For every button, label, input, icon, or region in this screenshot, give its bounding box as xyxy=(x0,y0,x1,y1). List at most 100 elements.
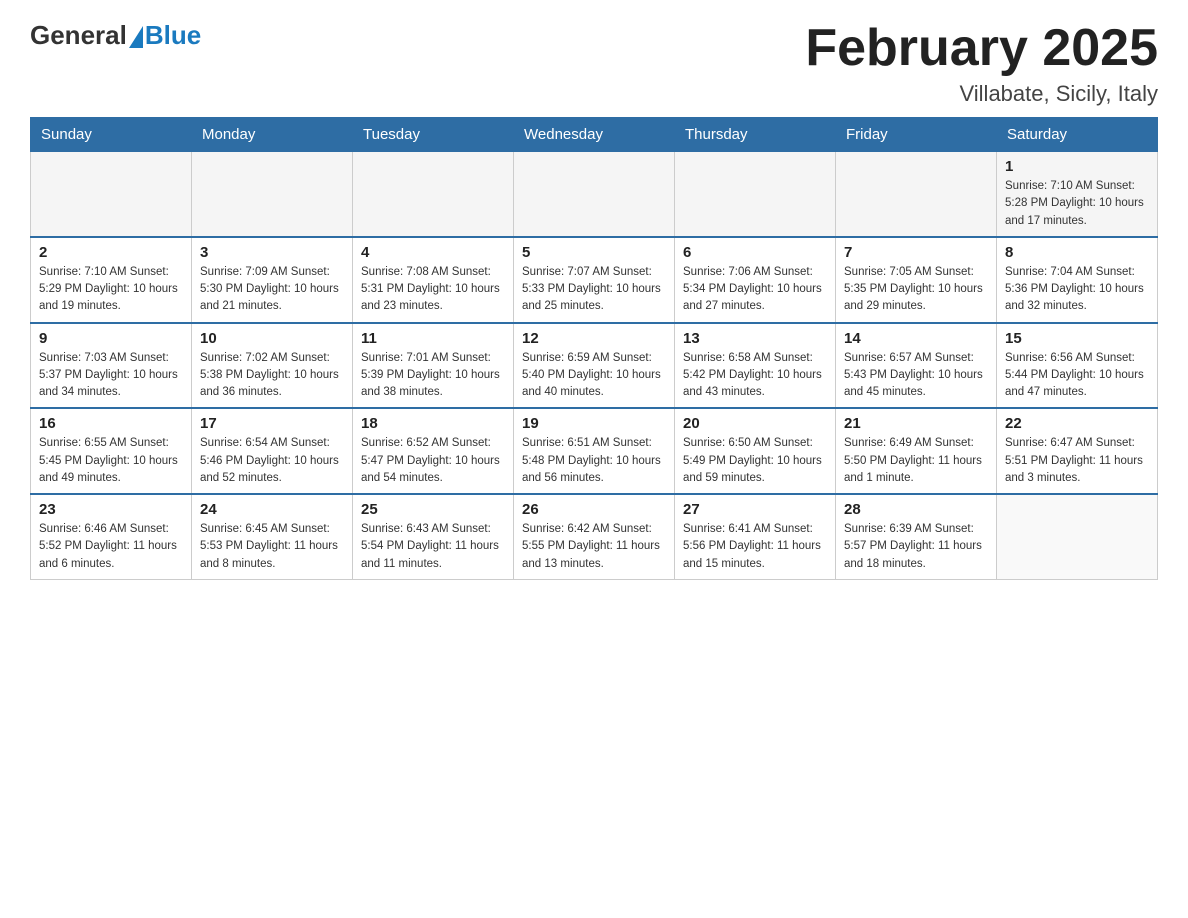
day-number: 22 xyxy=(1005,415,1149,432)
calendar-cell: 11 Sunrise: 7:01 AM Sunset: 5:39 PM Dayli… xyxy=(353,323,514,409)
logo-blue-text: Blue xyxy=(145,20,201,51)
day-number: 1 xyxy=(1005,158,1149,175)
day-info: Sunrise: 6:47 AM Sunset: 5:51 PM Dayligh… xyxy=(1005,435,1149,487)
calendar-cell: 27Sunrise: 6:41 AM Sunset: 5:56 PM Dayli… xyxy=(675,494,836,579)
day-info: Sunrise: 7:10 AM Sunset: 5:29 PM Dayligh… xyxy=(39,264,183,316)
day-info: Sunrise: 6:56 AM Sunset: 5:44 PM Dayligh… xyxy=(1005,350,1149,402)
header-sunday: Sunday xyxy=(31,118,192,152)
calendar-subtitle: Villabate, Sicily, Italy xyxy=(805,81,1158,107)
day-number: 24 xyxy=(200,501,344,518)
day-info: Sunrise: 7:01 AM Sunset: 5:39 PM Dayligh… xyxy=(361,350,505,402)
day-number: 3 xyxy=(200,244,344,261)
calendar-cell xyxy=(675,152,836,237)
day-info: Sunrise: 6:54 AM Sunset: 5:46 PM Dayligh… xyxy=(200,435,344,487)
day-number: 11 xyxy=(361,330,505,347)
day-info: Sunrise: 6:50 AM Sunset: 5:49 PM Dayligh… xyxy=(683,435,827,487)
day-info: Sunrise: 6:49 AM Sunset: 5:50 PM Dayligh… xyxy=(844,435,988,487)
header-wednesday: Wednesday xyxy=(514,118,675,152)
logo-triangle-icon xyxy=(129,26,143,48)
day-number: 8 xyxy=(1005,244,1149,261)
calendar-cell: 20 Sunrise: 6:50 AM Sunset: 5:49 PM Dayli… xyxy=(675,408,836,494)
calendar-cell: 2 Sunrise: 7:10 AM Sunset: 5:29 PM Daylig… xyxy=(31,237,192,323)
calendar-cell: 10 Sunrise: 7:02 AM Sunset: 5:38 PM Dayli… xyxy=(192,323,353,409)
day-info: Sunrise: 6:58 AM Sunset: 5:42 PM Dayligh… xyxy=(683,350,827,402)
calendar-cell xyxy=(353,152,514,237)
calendar-cell: 16 Sunrise: 6:55 AM Sunset: 5:45 PM Dayli… xyxy=(31,408,192,494)
header-thursday: Thursday xyxy=(675,118,836,152)
day-info: Sunrise: 6:52 AM Sunset: 5:47 PM Dayligh… xyxy=(361,435,505,487)
calendar-cell: 15 Sunrise: 6:56 AM Sunset: 5:44 PM Dayli… xyxy=(997,323,1158,409)
calendar-cell: 18 Sunrise: 6:52 AM Sunset: 5:47 PM Dayli… xyxy=(353,408,514,494)
day-number: 2 xyxy=(39,244,183,261)
week-row-5: 23 Sunrise: 6:46 AM Sunset: 5:52 PM Dayli… xyxy=(31,494,1158,579)
day-number: 21 xyxy=(844,415,988,432)
day-number: 15 xyxy=(1005,330,1149,347)
day-info: Sunrise: 7:04 AM Sunset: 5:36 PM Dayligh… xyxy=(1005,264,1149,316)
day-number: 10 xyxy=(200,330,344,347)
day-info: Sunrise: 7:02 AM Sunset: 5:38 PM Dayligh… xyxy=(200,350,344,402)
day-number: 7 xyxy=(844,244,988,261)
header-friday: Friday xyxy=(836,118,997,152)
day-info: Sunrise: 7:09 AM Sunset: 5:30 PM Dayligh… xyxy=(200,264,344,316)
day-number: 18 xyxy=(361,415,505,432)
calendar-cell: 14 Sunrise: 6:57 AM Sunset: 5:43 PM Dayli… xyxy=(836,323,997,409)
day-number: 25 xyxy=(361,501,505,518)
day-info: Sunrise: 6:46 AM Sunset: 5:52 PM Dayligh… xyxy=(39,521,183,573)
week-row-3: 9Sunrise: 7:03 AM Sunset: 5:37 PM Daylig… xyxy=(31,323,1158,409)
day-info: Sunrise: 7:07 AM Sunset: 5:33 PM Dayligh… xyxy=(522,264,666,316)
logo: General Blue xyxy=(30,20,201,51)
day-number: 28 xyxy=(844,501,988,518)
calendar-cell: 28 Sunrise: 6:39 AM Sunset: 5:57 PM Dayli… xyxy=(836,494,997,579)
calendar-cell: 12 Sunrise: 6:59 AM Sunset: 5:40 PM Dayli… xyxy=(514,323,675,409)
logo-general-text: General xyxy=(30,20,127,51)
calendar-cell xyxy=(836,152,997,237)
day-number: 13 xyxy=(683,330,827,347)
calendar-header-row: Sunday Monday Tuesday Wednesday Thursday… xyxy=(31,118,1158,152)
day-number: 20 xyxy=(683,415,827,432)
calendar-cell: 3 Sunrise: 7:09 AM Sunset: 5:30 PM Daylig… xyxy=(192,237,353,323)
page-header: General Blue February 2025 Villabate, Si… xyxy=(30,20,1158,107)
calendar-cell: 21 Sunrise: 6:49 AM Sunset: 5:50 PM Dayli… xyxy=(836,408,997,494)
calendar-cell: 1Sunrise: 7:10 AM Sunset: 5:28 PM Daylig… xyxy=(997,152,1158,237)
day-info: Sunrise: 6:59 AM Sunset: 5:40 PM Dayligh… xyxy=(522,350,666,402)
day-number: 4 xyxy=(361,244,505,261)
day-number: 14 xyxy=(844,330,988,347)
day-info: Sunrise: 6:57 AM Sunset: 5:43 PM Dayligh… xyxy=(844,350,988,402)
day-info: Sunrise: 7:06 AM Sunset: 5:34 PM Dayligh… xyxy=(683,264,827,316)
calendar-cell: 7Sunrise: 7:05 AM Sunset: 5:35 PM Daylig… xyxy=(836,237,997,323)
day-number: 23 xyxy=(39,501,183,518)
day-number: 17 xyxy=(200,415,344,432)
week-row-4: 16 Sunrise: 6:55 AM Sunset: 5:45 PM Dayli… xyxy=(31,408,1158,494)
week-row-1: 1Sunrise: 7:10 AM Sunset: 5:28 PM Daylig… xyxy=(31,152,1158,237)
calendar-cell xyxy=(514,152,675,237)
header-monday: Monday xyxy=(192,118,353,152)
day-info: Sunrise: 6:42 AM Sunset: 5:55 PM Dayligh… xyxy=(522,521,666,573)
day-number: 5 xyxy=(522,244,666,261)
calendar-cell: 22 Sunrise: 6:47 AM Sunset: 5:51 PM Dayli… xyxy=(997,408,1158,494)
day-info: Sunrise: 6:45 AM Sunset: 5:53 PM Dayligh… xyxy=(200,521,344,573)
day-number: 16 xyxy=(39,415,183,432)
day-number: 9 xyxy=(39,330,183,347)
calendar-cell: 8 Sunrise: 7:04 AM Sunset: 5:36 PM Daylig… xyxy=(997,237,1158,323)
calendar-table: Sunday Monday Tuesday Wednesday Thursday… xyxy=(30,117,1158,580)
day-info: Sunrise: 6:39 AM Sunset: 5:57 PM Dayligh… xyxy=(844,521,988,573)
calendar-cell: 17 Sunrise: 6:54 AM Sunset: 5:46 PM Dayli… xyxy=(192,408,353,494)
calendar-cell: 23 Sunrise: 6:46 AM Sunset: 5:52 PM Dayli… xyxy=(31,494,192,579)
day-info: Sunrise: 6:41 AM Sunset: 5:56 PM Dayligh… xyxy=(683,521,827,573)
calendar-cell: 13 Sunrise: 6:58 AM Sunset: 5:42 PM Dayli… xyxy=(675,323,836,409)
week-row-2: 2 Sunrise: 7:10 AM Sunset: 5:29 PM Daylig… xyxy=(31,237,1158,323)
calendar-cell: 4 Sunrise: 7:08 AM Sunset: 5:31 PM Daylig… xyxy=(353,237,514,323)
calendar-cell xyxy=(31,152,192,237)
day-info: Sunrise: 6:55 AM Sunset: 5:45 PM Dayligh… xyxy=(39,435,183,487)
calendar-cell: 24 Sunrise: 6:45 AM Sunset: 5:53 PM Dayli… xyxy=(192,494,353,579)
header-tuesday: Tuesday xyxy=(353,118,514,152)
day-number: 19 xyxy=(522,415,666,432)
calendar-cell: 19Sunrise: 6:51 AM Sunset: 5:48 PM Dayli… xyxy=(514,408,675,494)
day-number: 12 xyxy=(522,330,666,347)
calendar-cell xyxy=(192,152,353,237)
day-info: Sunrise: 6:43 AM Sunset: 5:54 PM Dayligh… xyxy=(361,521,505,573)
calendar-cell: 6Sunrise: 7:06 AM Sunset: 5:34 PM Daylig… xyxy=(675,237,836,323)
calendar-cell xyxy=(997,494,1158,579)
day-info: Sunrise: 7:08 AM Sunset: 5:31 PM Dayligh… xyxy=(361,264,505,316)
calendar-title: February 2025 xyxy=(805,20,1158,77)
